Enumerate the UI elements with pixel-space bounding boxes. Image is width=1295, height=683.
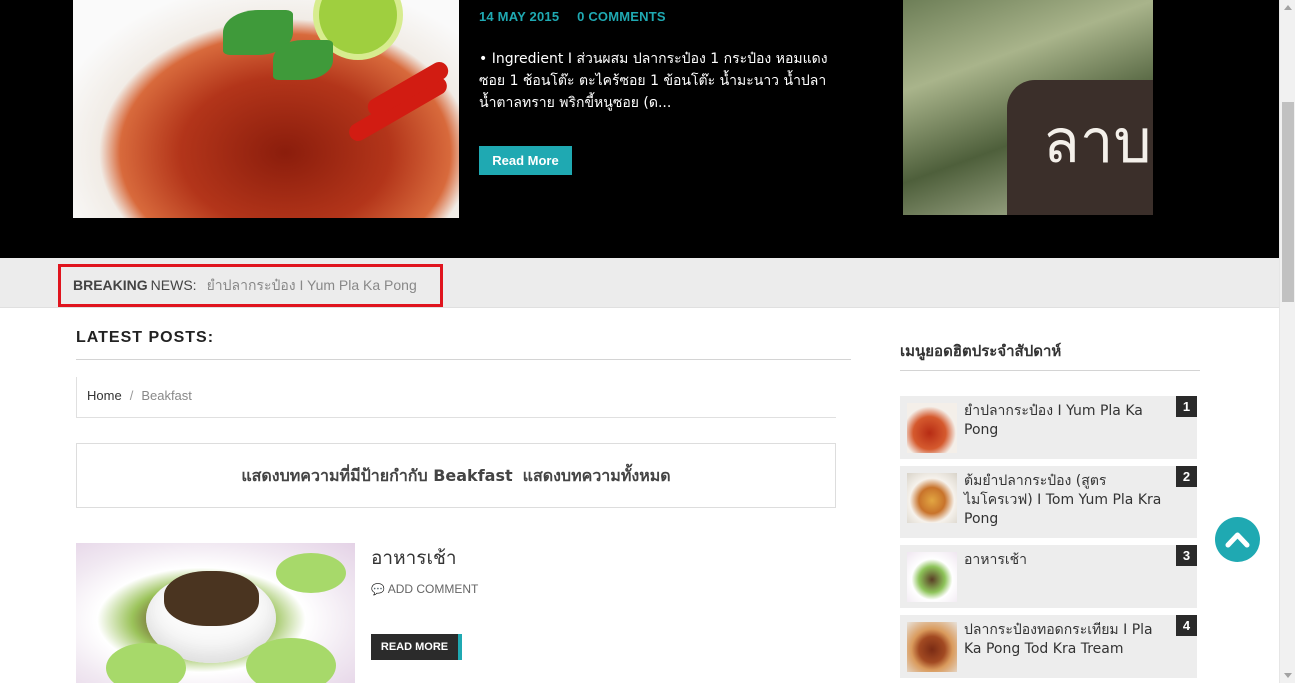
hero-next-slide-image[interactable]: ลาบเ bbox=[903, 0, 1153, 215]
popular-post-thumbnail bbox=[907, 552, 957, 602]
scroll-up-arrow-icon[interactable] bbox=[1284, 5, 1292, 10]
popular-posts-title: เมนูยอดฮิตประจำสัปดาห์ bbox=[900, 342, 1062, 360]
lettuce-graphic bbox=[246, 638, 336, 683]
breadcrumb: Home / Beakfast bbox=[76, 377, 836, 418]
chevron-up-icon bbox=[1225, 532, 1250, 548]
breaking-news-link[interactable]: ยำปลากระป๋อง I Yum Pla Ka Pong bbox=[207, 277, 417, 293]
breadcrumb-home-link[interactable]: Home bbox=[87, 388, 122, 403]
breaking-news-ticker[interactable]: BREAKING NEWS: ยำปลากระป๋อง I Yum Pla Ka P… bbox=[58, 264, 443, 307]
popular-post-rank: 3 bbox=[1176, 545, 1197, 566]
popular-post-thumbnail bbox=[907, 403, 957, 453]
divider bbox=[76, 359, 851, 360]
popular-post-item[interactable]: ปลากระป๋องทอดกระเทียม I Pla Ka Pong Tod … bbox=[900, 615, 1197, 678]
slide-caption-text: ลาบเ bbox=[1043, 107, 1153, 177]
popular-post-title[interactable]: อาหารเช้า bbox=[964, 551, 1164, 570]
back-to-top-button[interactable] bbox=[1215, 517, 1260, 562]
hero-read-more-button[interactable]: Read More bbox=[479, 146, 572, 175]
scrollbar-thumb[interactable] bbox=[1282, 102, 1294, 302]
label-filter-text: แสดงบทความที่มีป้ายกำกับ Beakfast bbox=[241, 466, 513, 485]
hero-slider: 14 MAY 2015 0 COMMENTS • Ingredient I ส่… bbox=[0, 0, 1279, 258]
post-comment-label: ADD COMMENT bbox=[387, 582, 479, 596]
hero-post-comments[interactable]: 0 COMMENTS bbox=[577, 9, 666, 24]
post-title[interactable]: อาหารเช้า bbox=[371, 543, 457, 573]
popular-post-rank: 1 bbox=[1176, 396, 1197, 417]
hero-post-meta: 14 MAY 2015 0 COMMENTS bbox=[479, 9, 666, 24]
popular-post-item[interactable]: ยำปลากระป๋อง I Yum Pla Ka Pong 1 bbox=[900, 396, 1197, 459]
popular-post-item[interactable]: ต้มยำปลากระป๋อง (สูตร ไมโครเวฟ) I Tom Yu… bbox=[900, 466, 1197, 538]
hero-post-image[interactable] bbox=[73, 0, 459, 218]
popular-post-thumbnail bbox=[907, 622, 957, 672]
post-comment-link[interactable]: 💬 ADD COMMENT bbox=[371, 582, 478, 596]
divider bbox=[900, 370, 1200, 371]
breaking-label: NEWS: bbox=[150, 277, 197, 293]
hero-post-excerpt: • Ingredient I ส่วนผสม ปลากระป๋อง 1 กระป… bbox=[479, 51, 828, 111]
popular-post-item[interactable]: อาหารเช้า 3 bbox=[900, 545, 1197, 608]
show-all-posts-link[interactable]: แสดงบทความทั้งหมด bbox=[523, 466, 671, 485]
popular-post-title[interactable]: ต้มยำปลากระป๋อง (สูตร ไมโครเวฟ) I Tom Yu… bbox=[964, 472, 1164, 529]
mint-leaf-graphic bbox=[273, 40, 333, 80]
breadcrumb-current: Beakfast bbox=[141, 388, 192, 403]
latest-posts-heading: LATEST POSTS: bbox=[76, 329, 215, 346]
popular-post-title[interactable]: ปลากระป๋องทอดกระเทียม I Pla Ka Pong Tod … bbox=[964, 621, 1164, 659]
label-filter-notice: แสดงบทความที่มีป้ายกำกับ Beakfast แสดงบทค… bbox=[76, 443, 836, 508]
popular-post-rank: 4 bbox=[1176, 615, 1197, 636]
scroll-down-arrow-icon[interactable] bbox=[1284, 673, 1292, 678]
page-scrollbar[interactable] bbox=[1279, 0, 1295, 683]
larb-graphic bbox=[164, 571, 259, 626]
popular-post-title[interactable]: ยำปลากระป๋อง I Yum Pla Ka Pong bbox=[964, 402, 1164, 440]
popular-post-rank: 2 bbox=[1176, 466, 1197, 487]
post-thumbnail[interactable] bbox=[76, 543, 355, 683]
hero-post-date: 14 MAY 2015 bbox=[479, 9, 560, 24]
comment-icon: 💬 bbox=[371, 584, 385, 596]
lettuce-graphic bbox=[276, 553, 346, 593]
post-read-more-button[interactable]: READ MORE bbox=[371, 634, 462, 660]
popular-post-thumbnail bbox=[907, 473, 957, 523]
breaking-label-bold: BREAKING bbox=[73, 277, 148, 293]
breadcrumb-separator: / bbox=[129, 388, 134, 403]
